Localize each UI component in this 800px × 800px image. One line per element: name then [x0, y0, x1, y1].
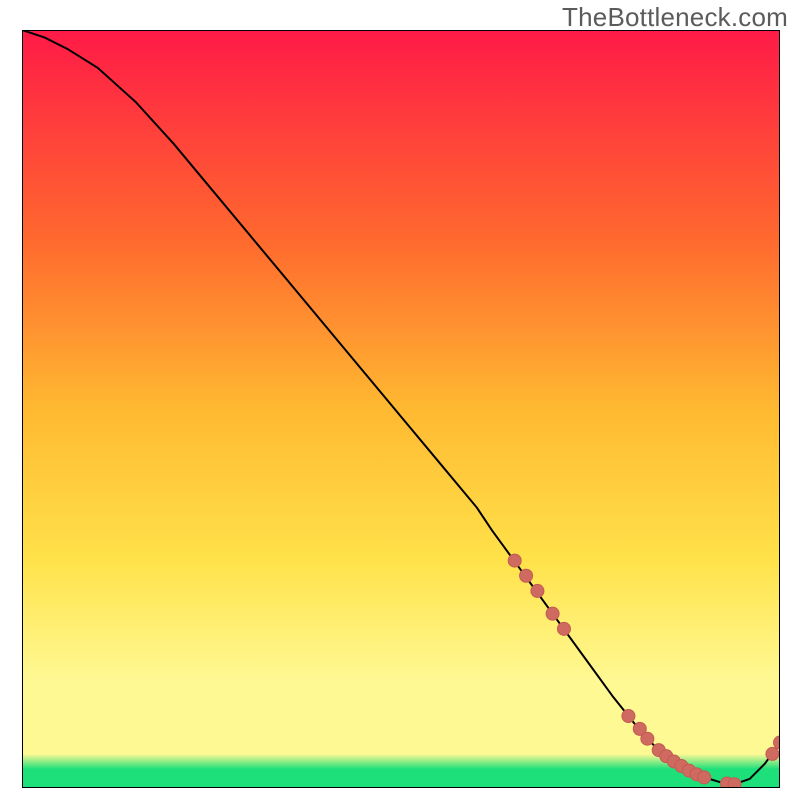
watermark-text: TheBottleneck.com — [562, 2, 788, 33]
data-marker — [520, 569, 533, 582]
chart-stage: TheBottleneck.com — [0, 0, 800, 800]
gradient-background — [22, 30, 780, 788]
data-marker — [508, 554, 521, 567]
data-marker — [728, 778, 741, 788]
data-marker — [531, 584, 544, 597]
data-marker — [546, 607, 559, 620]
data-marker — [698, 771, 711, 784]
chart-svg — [22, 30, 780, 788]
data-marker — [622, 709, 635, 722]
chart-plot-area — [22, 30, 780, 788]
data-marker — [641, 732, 654, 745]
data-marker — [557, 622, 570, 635]
data-marker — [766, 747, 779, 760]
